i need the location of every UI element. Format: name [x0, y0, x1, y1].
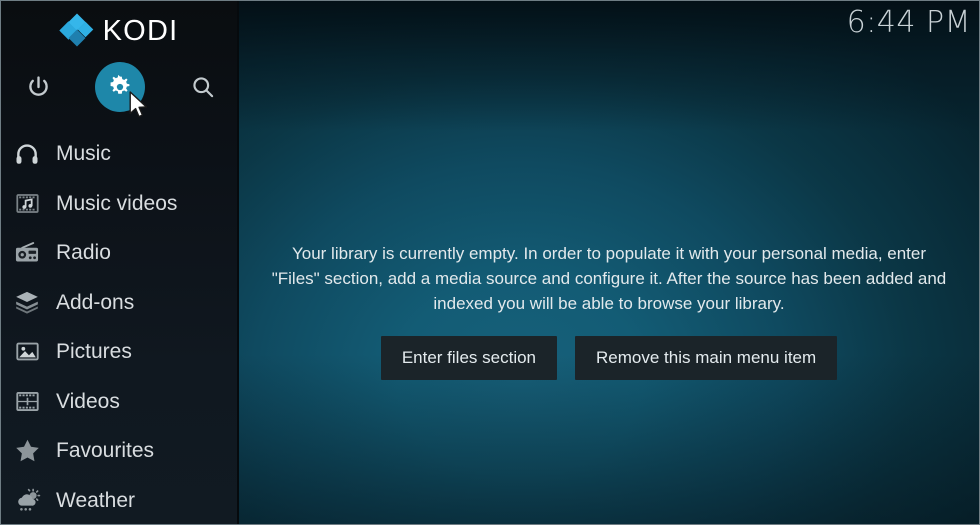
sidebar-item-label: Favourites [56, 439, 155, 463]
sidebar-item-weather[interactable]: Weather [1, 476, 239, 525]
headphones-icon [10, 137, 44, 171]
sidebar-item-label: Music [56, 142, 111, 166]
sidebar-toolbar [1, 61, 239, 115]
sidebar-item-music[interactable]: Music [1, 129, 239, 179]
sidebar-item-label: Radio [56, 241, 111, 265]
app-logo: KODI [1, 9, 239, 53]
cloud-sun-rain-icon [10, 483, 44, 517]
film-strip-icon [10, 384, 44, 418]
empty-library-panel: Your library is currently empty. In orde… [239, 1, 979, 524]
search-icon [193, 77, 214, 98]
layers-box-icon [10, 285, 44, 319]
sidebar-item-videos[interactable]: Videos [1, 377, 239, 427]
settings-button[interactable] [94, 61, 146, 113]
sidebar-menu: Music Music videos Radio Add-ons Picture… [1, 129, 239, 525]
sidebar: KODI Music Music videos Radio Add-ons Pi… [1, 1, 239, 525]
sidebar-item-label: Add-ons [56, 290, 135, 314]
picture-icon [10, 335, 44, 369]
empty-library-message: Your library is currently empty. In orde… [271, 244, 947, 313]
sidebar-item-label: Videos [56, 389, 120, 413]
remove-main-menu-item-button[interactable]: Remove this main menu item [575, 336, 838, 380]
enter-files-section-button[interactable]: Enter files section [380, 336, 558, 380]
kodi-logo-icon [58, 13, 93, 47]
clock: 6:44 PM [846, 5, 971, 40]
search-button[interactable] [177, 61, 229, 113]
sidebar-item-favourites[interactable]: Favourites [1, 426, 239, 476]
sidebar-item-label: Music videos [56, 191, 178, 215]
sidebar-item-music-videos[interactable]: Music videos [1, 179, 239, 229]
power-icon [28, 75, 48, 96]
star-icon [10, 434, 44, 468]
film-music-icon [10, 186, 44, 220]
sidebar-item-label: Pictures [56, 340, 132, 364]
sidebar-item-label: Weather [56, 488, 135, 512]
sidebar-item-add-ons[interactable]: Add-ons [1, 278, 239, 328]
gear-icon [110, 75, 130, 94]
radio-icon [10, 236, 44, 270]
sidebar-item-radio[interactable]: Radio [1, 228, 239, 278]
power-button[interactable] [12, 61, 64, 113]
empty-library-actions: Enter files section Remove this main men… [380, 336, 838, 380]
app-title: KODI [102, 14, 179, 47]
kodi-home-screen: 6:44 PM Your library is currently empty.… [0, 0, 980, 525]
sidebar-item-pictures[interactable]: Pictures [1, 327, 239, 377]
